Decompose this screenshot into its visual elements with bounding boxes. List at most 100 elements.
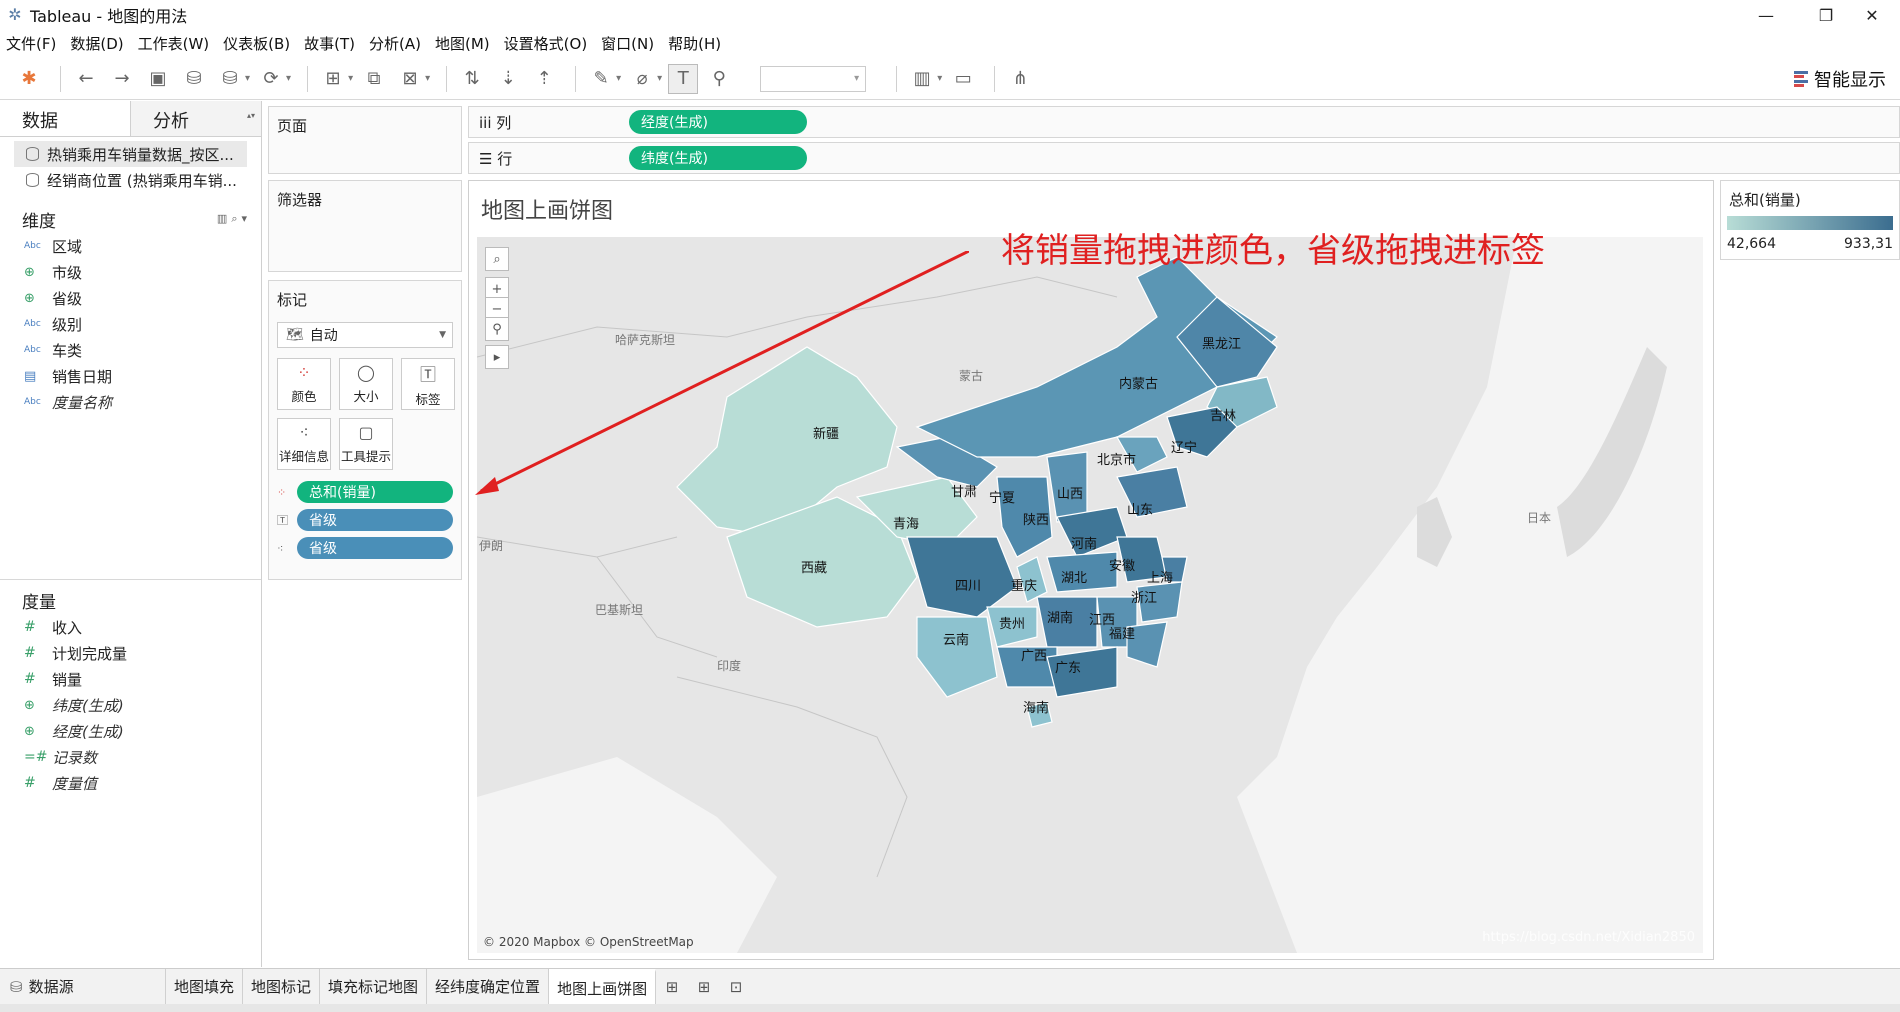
color-legend[interactable]: 总和(销量) 42,664 933,31 (1720, 180, 1900, 260)
menu-format[interactable]: 设置格式(O) (504, 33, 588, 54)
map-toolbar-expand-button[interactable]: ▸ (485, 345, 509, 369)
sort-descending-icon[interactable]: ⇡ (529, 64, 559, 94)
mark-pill-row: ⁘ 总和(销量) (277, 480, 453, 504)
group-members-icon[interactable]: ⌀ (627, 64, 657, 94)
new-story-tab-icon[interactable]: ⊡ (720, 969, 752, 1005)
new-worksheet-icon[interactable]: ⊞ (318, 64, 348, 94)
new-worksheet-tab-icon[interactable]: ⊞ (656, 969, 688, 1005)
number-type-icon: # (24, 775, 36, 791)
chevron-down-icon[interactable]: ▾ (937, 73, 942, 84)
smart-show-button[interactable]: 智能显示 (1794, 66, 1886, 92)
field-level[interactable]: Abc 级别 (0, 311, 261, 337)
toolbar-separator (60, 65, 61, 92)
field-region[interactable]: Abc 区域 (0, 233, 261, 259)
minus-icon: − (491, 301, 503, 317)
label-button[interactable]: 🅃 标签 (401, 358, 455, 410)
tableau-home-icon[interactable]: ✱ (14, 64, 44, 94)
tab-data[interactable]: 数据 (0, 101, 131, 136)
show-mark-labels-icon[interactable]: T (668, 63, 699, 94)
fit-dropdown[interactable]: ▾ (760, 65, 867, 92)
pause-updates-icon[interactable]: ⛁ (215, 64, 245, 94)
chevron-down-icon[interactable]: ▾ (616, 73, 621, 84)
mark-type-dropdown[interactable]: 🗺 自动 ▼ (277, 322, 453, 348)
minimize-button[interactable]: — (1736, 0, 1796, 30)
new-dashboard-tab-icon[interactable]: ⊞ (688, 969, 720, 1005)
field-latitude[interactable]: ⊕ 纬度(生成) (0, 692, 261, 718)
tab-sheet[interactable]: 地图标记 (243, 968, 321, 1005)
menu-help[interactable]: 帮助(H) (668, 33, 721, 54)
number-type-icon: # (24, 619, 36, 635)
detail-button[interactable]: ⁖ 详细信息 (277, 418, 331, 470)
color-button[interactable]: ⁘ 颜色 (277, 358, 331, 410)
datasource-item[interactable]: 热销乘用车销量数据_按区... (14, 141, 247, 167)
mark-type-label: 自动 (309, 328, 338, 344)
globe-icon: ⊕ (24, 697, 35, 713)
latitude-pill[interactable]: 纬度(生成) (629, 146, 807, 170)
field-province[interactable]: ⊕ 省级 (0, 285, 261, 311)
view-search-icons[interactable]: ▥⌕▾ (217, 212, 251, 226)
clear-sheet-icon[interactable]: ⊠ (395, 64, 425, 94)
chevron-down-icon[interactable]: ▾ (348, 73, 353, 84)
save-icon[interactable]: ▣ (143, 64, 173, 94)
tab-sheet[interactable]: 地图填充 (166, 968, 244, 1005)
field-measure-values[interactable]: # 度量值 (0, 770, 261, 796)
tab-sheet[interactable]: 填充标记地图 (320, 968, 428, 1005)
province-label: 新疆 (813, 427, 840, 442)
field-city[interactable]: ⊕ 市级 (0, 259, 261, 285)
refresh-icon[interactable]: ⟳ (256, 64, 286, 94)
map-canvas[interactable]: ⌕ + − ⚲ ▸ 哈萨克斯坦 蒙古 日本 巴基斯坦 印度 伊朗 黑龙江 内蒙古… (477, 237, 1703, 953)
menu-data[interactable]: 数据(D) (70, 33, 123, 54)
field-car-type[interactable]: Abc 车类 (0, 337, 261, 363)
redo-icon[interactable]: → (107, 64, 137, 94)
new-datasource-icon[interactable]: ⛁ (179, 64, 209, 94)
tab-datasource[interactable]: ⛁ 数据源 (0, 968, 166, 1005)
size-button[interactable]: ◯ 大小 (339, 358, 393, 410)
province-label-pill[interactable]: 省级 (297, 509, 453, 531)
menu-analysis[interactable]: 分析(A) (369, 33, 421, 54)
highlight-icon[interactable]: ✎ (586, 64, 616, 94)
field-longitude[interactable]: ⊕ 经度(生成) (0, 718, 261, 744)
toolbar-separator (307, 65, 309, 92)
field-sales-date[interactable]: ▤ 销售日期 (0, 363, 261, 389)
filters-shelf[interactable]: 筛选器 (268, 180, 462, 272)
menu-window[interactable]: 窗口(N) (601, 33, 654, 54)
rows-shelf[interactable]: ☰ 行 纬度(生成) (468, 142, 1900, 174)
pages-shelf[interactable]: 页面 (268, 106, 462, 174)
field-measure-names[interactable]: Abc 度量名称 (0, 389, 261, 415)
tooltip-button[interactable]: ▢ 工具提示 (339, 418, 393, 470)
longitude-pill[interactable]: 经度(生成) (629, 110, 807, 134)
pin-map-button[interactable]: ⚲ (485, 317, 509, 341)
province-detail-pill[interactable]: 省级 (297, 537, 453, 559)
title-bar: ✲ Tableau - 地图的用法 (0, 0, 1900, 30)
field-revenue[interactable]: # 收入 (0, 614, 261, 640)
field-label: 度量值 (52, 774, 98, 793)
swap-rows-columns-icon[interactable]: ⇅ (457, 64, 487, 94)
presentation-mode-icon[interactable]: ▭ (948, 64, 978, 94)
show-cards-icon[interactable]: ▥ (907, 64, 937, 94)
undo-icon[interactable]: ← (71, 64, 101, 94)
field-plan-completion[interactable]: # 计划完成量 (0, 640, 261, 666)
menu-dashboard[interactable]: 仪表板(B) (223, 33, 290, 54)
chevron-down-icon[interactable]: ▾ (425, 73, 430, 84)
duplicate-sheet-icon[interactable]: ⧉ (359, 64, 389, 94)
menu-story[interactable]: 故事(T) (304, 33, 355, 54)
menu-map[interactable]: 地图(M) (435, 33, 490, 54)
sum-sales-pill[interactable]: 总和(销量) (297, 481, 453, 503)
tab-sheet[interactable]: 经纬度确定位置 (427, 968, 550, 1005)
map-search-button[interactable]: ⌕ (485, 247, 509, 271)
tab-analysis[interactable]: 分析 (131, 101, 261, 136)
field-sales[interactable]: # 销量 (0, 666, 261, 692)
sort-ascending-icon[interactable]: ⇣ (493, 64, 523, 94)
columns-shelf[interactable]: iii 列 经度(生成) (468, 106, 1900, 138)
chevron-down-icon[interactable]: ▾ (286, 73, 291, 84)
close-button[interactable]: ✕ (1844, 0, 1900, 30)
pin-axes-icon[interactable]: ⚲ (704, 64, 734, 94)
chevron-down-icon[interactable]: ▾ (657, 73, 662, 84)
chevron-down-icon[interactable]: ▾ (245, 73, 250, 84)
tab-sheet-active[interactable]: 地图上画饼图 (549, 968, 657, 1005)
share-icon[interactable]: ⋔ (1005, 64, 1035, 94)
datasource-item[interactable]: 经销商位置 (热销乘用车销... (0, 167, 261, 193)
menu-file[interactable]: 文件(F) (6, 33, 56, 54)
menu-worksheet[interactable]: 工作表(W) (138, 33, 210, 54)
field-record-count[interactable]: =# 记录数 (0, 744, 261, 770)
